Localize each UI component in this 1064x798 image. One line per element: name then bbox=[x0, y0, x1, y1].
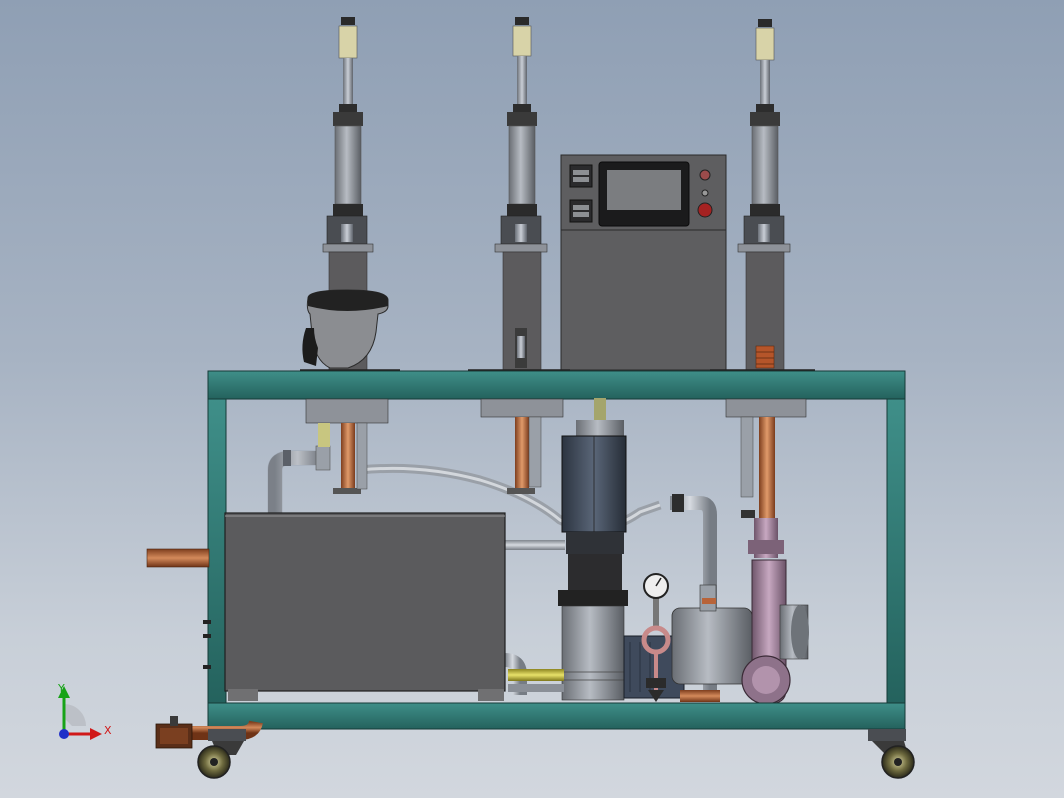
control-cabinet[interactable] bbox=[560, 154, 727, 371]
cad-viewport[interactable]: Y X bbox=[0, 0, 1064, 798]
selector-switch-icon[interactable] bbox=[701, 189, 709, 197]
caster-wheel-right bbox=[868, 729, 915, 779]
process-tank[interactable] bbox=[224, 512, 506, 701]
collar-left bbox=[305, 398, 389, 424]
inlet-pipe-left bbox=[146, 548, 210, 568]
x-axis-arrow-icon bbox=[90, 728, 102, 740]
z-axis-dot-icon bbox=[59, 729, 69, 739]
collar-right bbox=[725, 398, 807, 418]
indicator-lamp-icon bbox=[699, 169, 711, 181]
coordinate-triad: Y X bbox=[57, 682, 112, 740]
collar-middle bbox=[480, 398, 564, 418]
frame-top-beam bbox=[207, 369, 906, 400]
frame-bottom-beam bbox=[207, 702, 906, 730]
copper-fitting bbox=[680, 690, 720, 702]
emergency-stop-button[interactable] bbox=[697, 202, 713, 218]
blower-unit[interactable] bbox=[741, 518, 809, 705]
frame-leg-right bbox=[886, 398, 906, 706]
actuator-middle[interactable] bbox=[494, 17, 548, 371]
frame-leg-left bbox=[207, 398, 227, 706]
x-axis-label: X bbox=[104, 724, 112, 737]
vertical-pump[interactable] bbox=[558, 398, 628, 701]
y-axis-label: Y bbox=[57, 682, 65, 695]
brass-pipe bbox=[508, 669, 564, 681]
temp-controller-1[interactable] bbox=[569, 164, 593, 188]
actuator-right[interactable] bbox=[737, 19, 791, 371]
bowl-fixture bbox=[302, 289, 389, 369]
horizontal-motor[interactable] bbox=[623, 607, 753, 699]
temp-controller-2[interactable] bbox=[569, 199, 593, 223]
cad-model-scene[interactable]: Y X bbox=[0, 0, 1064, 798]
